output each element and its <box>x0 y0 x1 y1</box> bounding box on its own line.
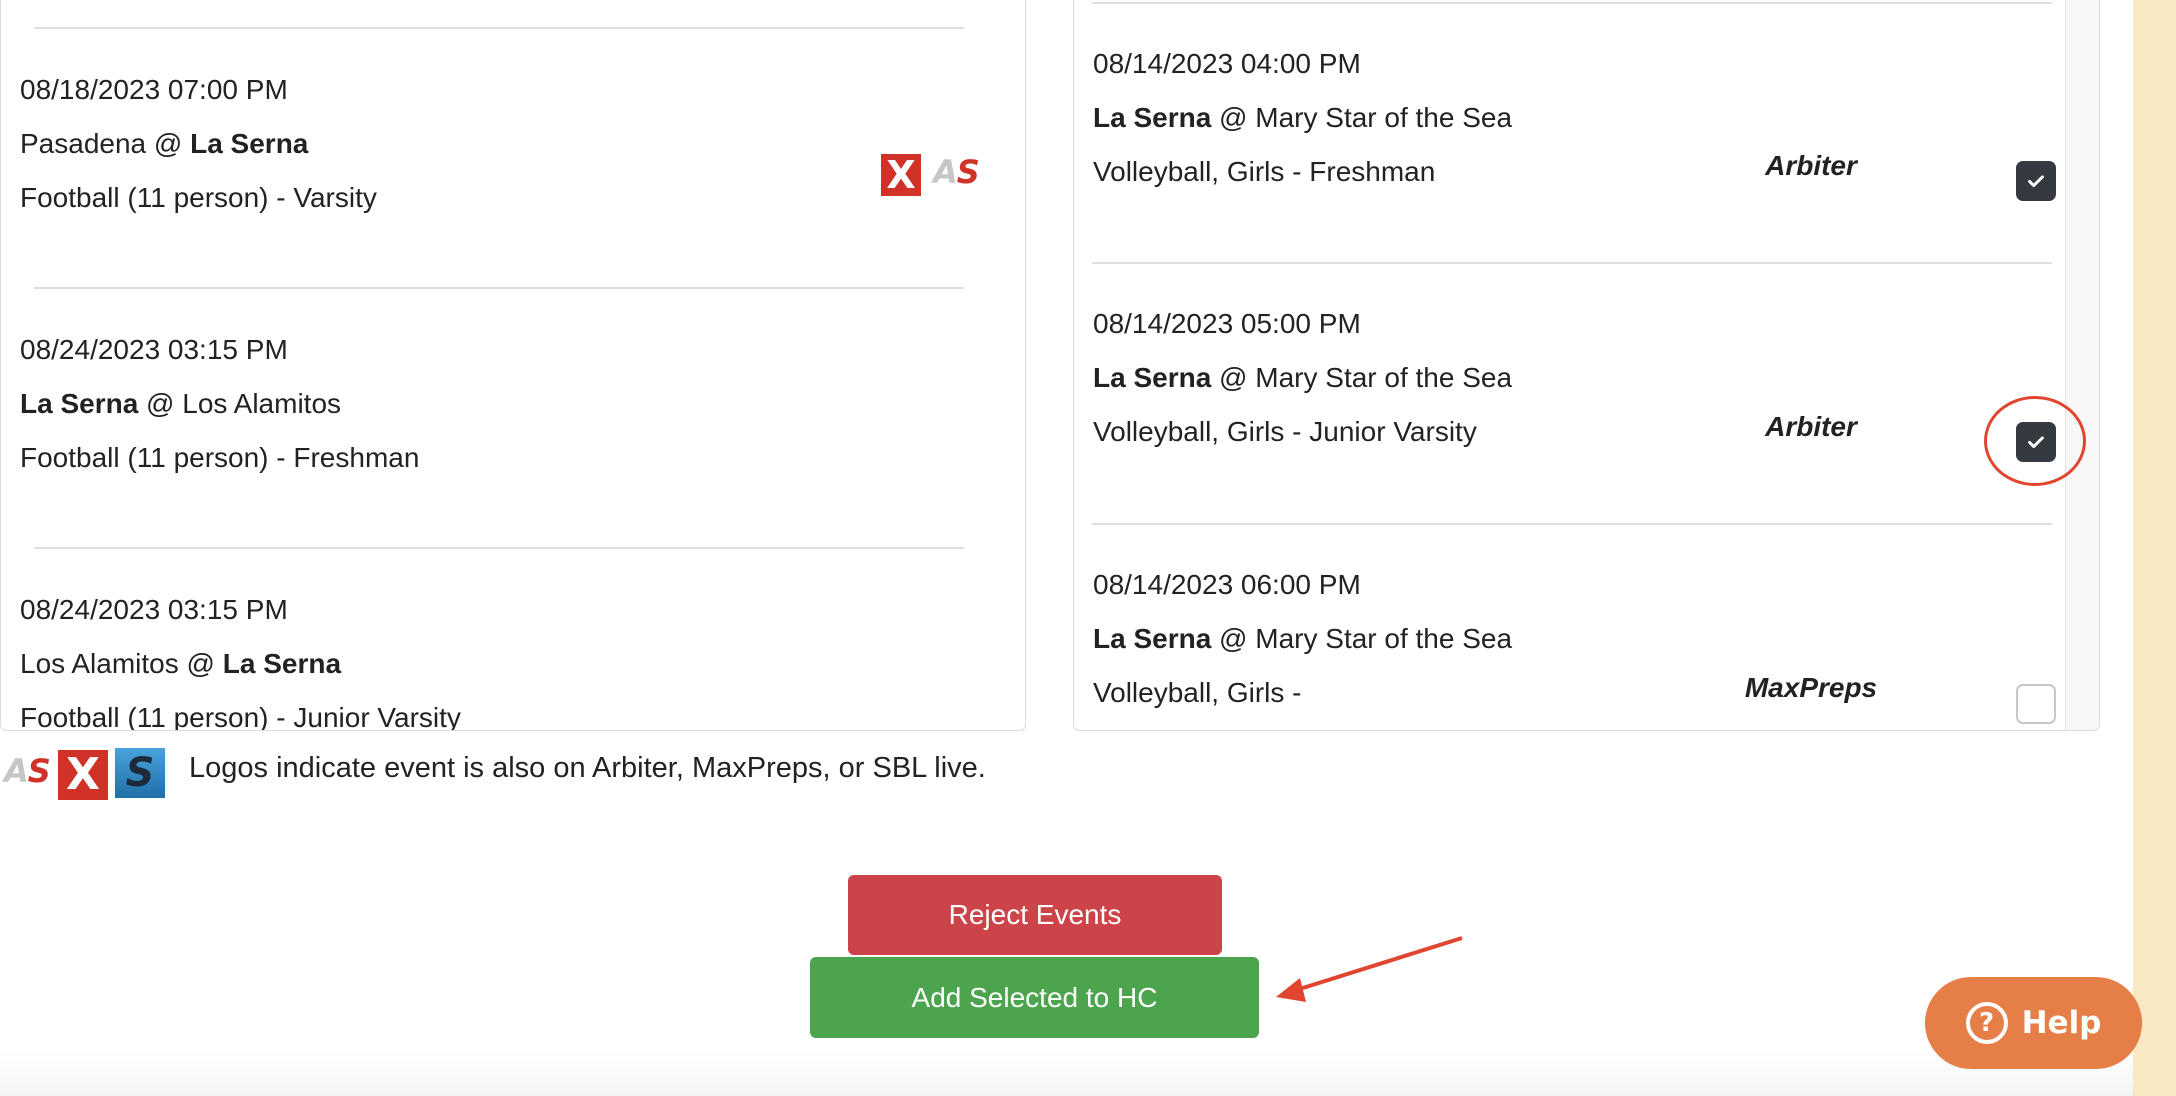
annotation-arrow-icon <box>1276 936 1463 1002</box>
event-divider <box>34 547 964 549</box>
event-sport: Football (11 person) - Varsity <box>20 182 377 213</box>
event-sport: Volleyball, Girls - <box>1093 677 1302 708</box>
event-divider <box>34 287 964 289</box>
event-matchup: Pasadena @ La Serna <box>20 117 377 171</box>
logo-legend-text: Logos indicate event is also on Arbiter,… <box>189 752 986 784</box>
event-source-label: MaxPreps <box>1744 672 1878 703</box>
away-team: La Serna <box>1093 623 1212 654</box>
away-team: La Serna <box>20 388 139 419</box>
add-selected-button[interactable]: Add Selected to HC <box>810 957 1259 1038</box>
arbiter-logo-s: S <box>27 752 51 790</box>
event-select-checkbox[interactable] <box>2016 684 2056 724</box>
at-separator: @ <box>1211 102 1256 133</box>
page-side-strip <box>2133 0 2176 1096</box>
event-source-label: Arbiter <box>1765 150 1857 181</box>
event-datetime: 08/18/2023 07:00 PM <box>20 74 288 105</box>
event-sport: Football (11 person) - Junior Varsity <box>20 702 461 731</box>
event-select-checkbox[interactable] <box>2016 161 2056 201</box>
event-datetime: 08/14/2023 04:00 PM <box>1093 48 1361 79</box>
arbiter-logo-a: A <box>4 752 29 790</box>
event-matchup: La Serna @ Mary Star of the Sea <box>1093 612 1512 666</box>
help-label: Help <box>2021 1005 2102 1041</box>
event-datetime: 08/14/2023 05:00 PM <box>1093 308 1361 339</box>
event-item: 08/14/2023 06:00 PM La Serna @ Mary Star… <box>1093 558 1512 720</box>
event-item: 08/24/2023 03:15 PM La Serna @ Los Alami… <box>20 323 419 485</box>
at-separator: @ <box>178 648 223 679</box>
page-footer-edge <box>0 1050 2133 1096</box>
scheduled-events-panel[interactable]: 08/18/2023 07:00 PM Pasadena @ La Serna … <box>0 0 1026 731</box>
event-sport: Football (11 person) - Freshman <box>20 442 420 473</box>
event-source-label: Arbiter <box>1765 411 1857 442</box>
at-separator: @ <box>1211 623 1256 654</box>
event-item: 08/14/2023 04:00 PM La Serna @ Mary Star… <box>1093 37 1512 199</box>
event-divider <box>1092 2 2052 4</box>
event-divider <box>1092 262 2052 264</box>
checkmark-icon <box>2028 175 2044 188</box>
reject-events-button[interactable]: Reject Events <box>848 875 1222 955</box>
event-matchup: Los Alamitos @ La Serna <box>20 637 461 691</box>
question-icon: ? <box>1965 1002 2008 1044</box>
home-team: La Serna <box>190 128 309 159</box>
maxpreps-logo-icon: X <box>881 154 921 196</box>
away-team: Los Alamitos <box>20 648 179 679</box>
at-separator: @ <box>146 128 191 159</box>
event-item: 08/18/2023 07:00 PM Pasadena @ La Serna … <box>20 63 377 225</box>
home-team: Mary Star of the Sea <box>1255 102 1513 133</box>
arbiter-logo-s: S <box>956 153 980 191</box>
event-item: 08/24/2023 03:15 PM Los Alamitos @ La Se… <box>20 583 461 731</box>
home-team: La Serna <box>222 648 342 679</box>
event-sport: Volleyball, Girls - Junior Varsity <box>1093 416 1477 447</box>
home-team: Mary Star of the Sea <box>1255 362 1513 393</box>
maxpreps-logo-icon: X <box>58 750 108 800</box>
arbiter-logo-icon: AS <box>4 752 51 790</box>
away-team: La Serna <box>1093 102 1212 133</box>
at-separator: @ <box>138 388 183 419</box>
event-datetime: 08/24/2023 03:15 PM <box>20 594 288 625</box>
event-matchup: La Serna @ Mary Star of the Sea <box>1093 351 1512 405</box>
sbl-live-logo-icon: S <box>115 748 165 798</box>
annotation-highlight-circle <box>1984 396 2086 486</box>
event-sport: Volleyball, Girls - Freshman <box>1093 156 1436 187</box>
event-divider <box>1092 523 2052 525</box>
home-team: Mary Star of the Sea <box>1255 623 1513 654</box>
event-datetime: 08/24/2023 03:15 PM <box>20 334 288 365</box>
panel-scrollbar[interactable] <box>2065 0 2099 730</box>
away-team: Pasadena <box>20 128 147 159</box>
event-item: 08/14/2023 05:00 PM La Serna @ Mary Star… <box>1093 297 1512 459</box>
at-separator: @ <box>1211 362 1256 393</box>
event-datetime: 08/14/2023 06:00 PM <box>1093 569 1361 600</box>
away-team: La Serna <box>1093 362 1212 393</box>
arbiter-logo-icon: AS <box>933 153 980 191</box>
help-button[interactable]: ? Help <box>1925 977 2142 1069</box>
home-team: Los Alamitos <box>182 388 342 419</box>
event-matchup: La Serna @ Los Alamitos <box>20 377 419 431</box>
event-divider <box>34 27 964 29</box>
event-matchup: La Serna @ Mary Star of the Sea <box>1093 91 1512 145</box>
external-events-panel[interactable]: 08/14/2023 04:00 PM La Serna @ Mary Star… <box>1073 0 2100 731</box>
arbiter-logo-a: A <box>933 153 958 191</box>
